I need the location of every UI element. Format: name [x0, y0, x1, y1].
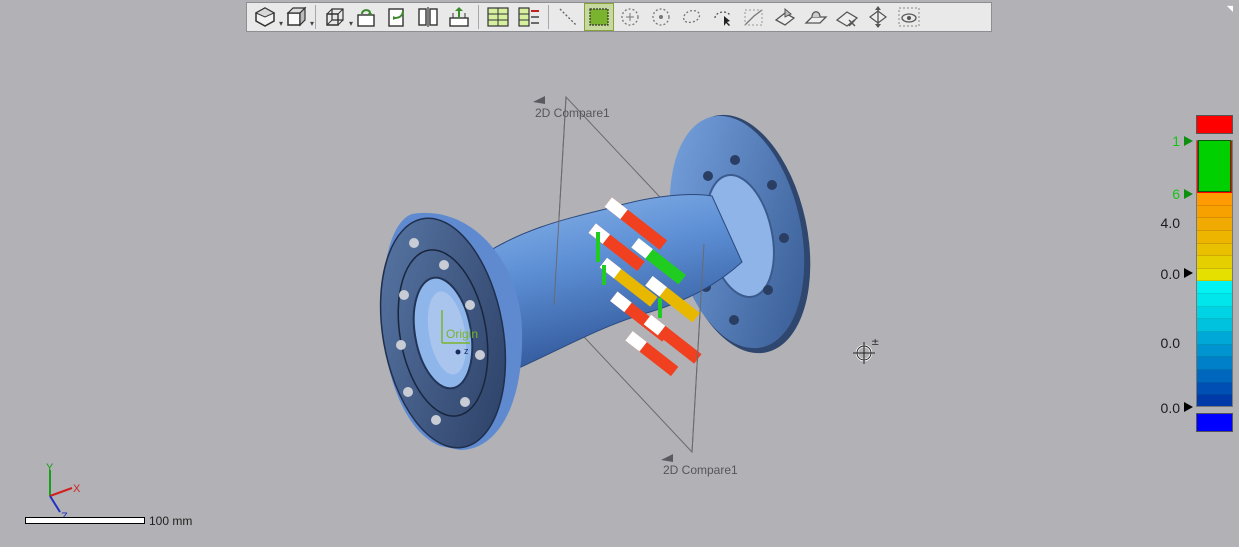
color-scale-segment[interactable]	[1197, 395, 1232, 406]
color-scale-segment[interactable]	[1197, 281, 1232, 295]
color-scale-segment[interactable]	[1197, 218, 1232, 231]
origin-axis-label: z	[464, 346, 469, 356]
svg-text:±: ±	[871, 337, 879, 348]
scale-label: 0.0	[1160, 400, 1180, 416]
color-scale-segment[interactable]	[1197, 369, 1232, 383]
color-scale-segment[interactable]	[1197, 193, 1232, 206]
plane-arrow-icon	[661, 454, 673, 462]
scale-bar-label: 100 mm	[149, 514, 193, 528]
upper-tolerance-handle-icon[interactable]	[1184, 136, 1193, 146]
color-scale-segment[interactable]	[1197, 357, 1232, 370]
scale-marker-icon[interactable]	[1184, 268, 1193, 278]
deviation-color-scale[interactable]: 1 6 4.0 0.0 0.0 0.0	[1150, 113, 1239, 433]
rotate-center-cursor-icon: ±	[853, 337, 879, 364]
color-scale-bottom-swatch[interactable]	[1196, 413, 1233, 432]
3d-scene	[379, 95, 811, 462]
scale-bar-graphic	[25, 517, 145, 524]
scale-label-lower-tolerance: 6	[1172, 186, 1180, 202]
plane-arrow-icon	[533, 96, 545, 104]
scale-marker-icon[interactable]	[1184, 402, 1193, 412]
color-scale-top-swatch[interactable]	[1196, 115, 1233, 134]
scale-label: 0.0	[1160, 266, 1180, 282]
color-scale-segment[interactable]	[1197, 230, 1232, 244]
color-scale-segment[interactable]	[1197, 319, 1232, 333]
color-scale-segment[interactable]	[1197, 294, 1232, 307]
color-scale-segment[interactable]	[1197, 256, 1232, 269]
plane-label-bottom: 2D Compare1	[663, 463, 738, 477]
in-tolerance-band[interactable]	[1198, 140, 1231, 192]
color-scale-segment[interactable]	[1197, 205, 1232, 219]
color-scale-segment[interactable]	[1197, 332, 1232, 345]
3d-viewport[interactable]: ▾ ▾ ▾ ◥ 2D Compare1 2D Compare1 Origin z…	[0, 0, 1239, 547]
color-scale-segment[interactable]	[1197, 344, 1232, 358]
axis-y-label: Y	[46, 462, 54, 474]
color-scale-segment[interactable]	[1197, 243, 1232, 257]
scale-label: 4.0	[1160, 215, 1180, 231]
scale-bar: 100 mm	[25, 514, 225, 529]
axis-triad: Y X Z	[46, 462, 81, 522]
lower-tolerance-handle-icon[interactable]	[1184, 189, 1193, 199]
color-scale-segment[interactable]	[1197, 382, 1232, 396]
axis-x-label: X	[73, 483, 81, 495]
scale-label-upper-tolerance: 1	[1172, 133, 1180, 149]
origin-label: Origin	[446, 327, 479, 341]
scale-label: 0.0	[1160, 335, 1180, 351]
color-scale-segment[interactable]	[1197, 306, 1232, 320]
plane-label-top: 2D Compare1	[535, 106, 610, 120]
color-scale-segment[interactable]	[1197, 268, 1232, 282]
